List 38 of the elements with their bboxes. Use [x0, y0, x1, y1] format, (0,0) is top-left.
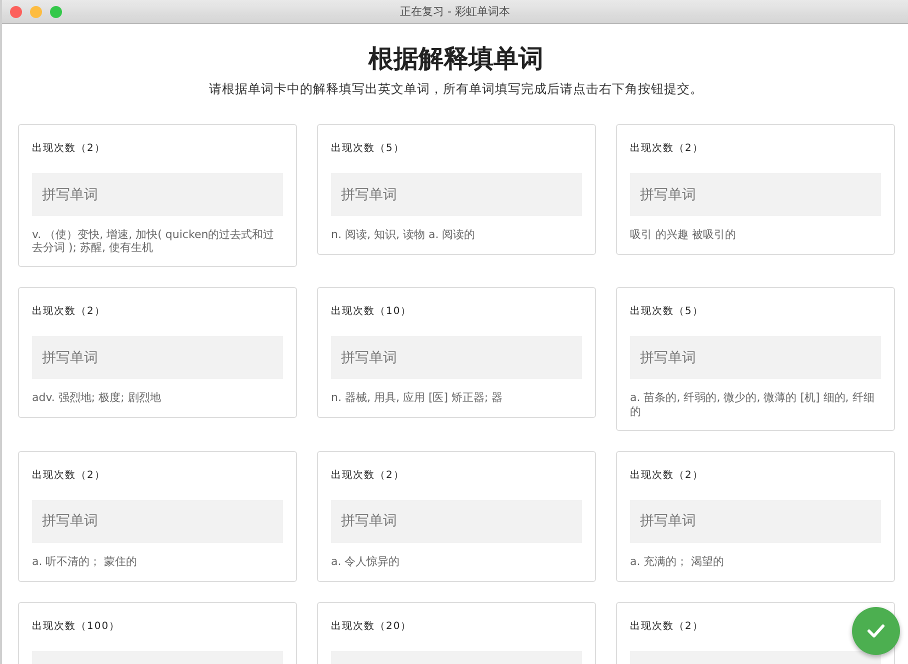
word-definition: a. 充满的； 渴望的 [630, 554, 726, 568]
word-definition: a. 苗条的, 纤弱的, 微少的, 微薄的 [机] 细的, 纤细的 [630, 391, 876, 418]
spelling-field[interactable]: 拼写单词 [331, 173, 582, 216]
spelling-field[interactable]: 拼写单词 [32, 173, 283, 216]
spelling-field[interactable]: 拼写单词 [32, 500, 283, 543]
spelling-field[interactable]: 拼写单词 [32, 336, 283, 380]
word-definition: n. 器械, 用具, 应用 [医] 矫正器; 器 [331, 391, 504, 405]
occurrence-count: 出现次数（5） [630, 304, 704, 318]
word-definition: a. 令人惊异的 [331, 554, 401, 568]
minimize-icon[interactable] [30, 6, 42, 18]
occurrence-count: 出现次数（2） [32, 468, 106, 482]
occurrence-count: 出现次数（5） [331, 142, 406, 155]
spelling-field[interactable]: 拼写单词 [630, 336, 881, 380]
occurrence-count: 出现次数（2） [630, 142, 704, 155]
occurrence-count: 出现次数（2） [32, 304, 106, 318]
occurrence-count: 出现次数（2） [630, 468, 704, 482]
spelling-field[interactable]: 拼写单词 [630, 173, 881, 216]
occurrence-count: 出现次数（10） [331, 304, 413, 318]
spelling-field[interactable]: 拼写单词 [331, 500, 582, 543]
zoom-icon[interactable] [50, 6, 62, 18]
spelling-field[interactable]: 拼写单词 [630, 500, 881, 543]
checkmark-icon [867, 624, 885, 638]
occurrence-count: 出现次数（100） [32, 620, 122, 633]
occurrence-count: 出现次数（20） [331, 620, 413, 633]
word-definition: v. （使）变快, 增速, 加快( quicken的过去式和过去分词 ); 苏醒, 使有生机 [32, 228, 276, 254]
instructions-text: 请根据单词卡中的解释填写出英文单词，所有单词填写完成后请点击右下角按钮提交。 [208, 81, 704, 98]
spelling-field[interactable]: 拼写单词 [331, 336, 582, 380]
word-definition: adv. 强烈地; 极度; 剧烈地 [32, 391, 162, 405]
word-definition: n. 阅读, 知识, 读物 a. 阅读的 [331, 228, 476, 242]
occurrence-count: 出现次数（2） [331, 468, 406, 482]
submit-button[interactable] [852, 607, 900, 655]
word-definition: a. 听不清的； 蒙住的 [32, 554, 138, 568]
occurrence-count: 出现次数（2） [630, 620, 704, 633]
word-definition: 吸引 的兴趣 被吸引的 [630, 228, 737, 242]
page-heading: 根据解释填单词 [367, 43, 544, 75]
window-title: 正在复习 - 彩虹单词本 [400, 4, 510, 19]
close-icon[interactable] [10, 6, 22, 18]
occurrence-count: 出现次数（2） [32, 142, 106, 155]
